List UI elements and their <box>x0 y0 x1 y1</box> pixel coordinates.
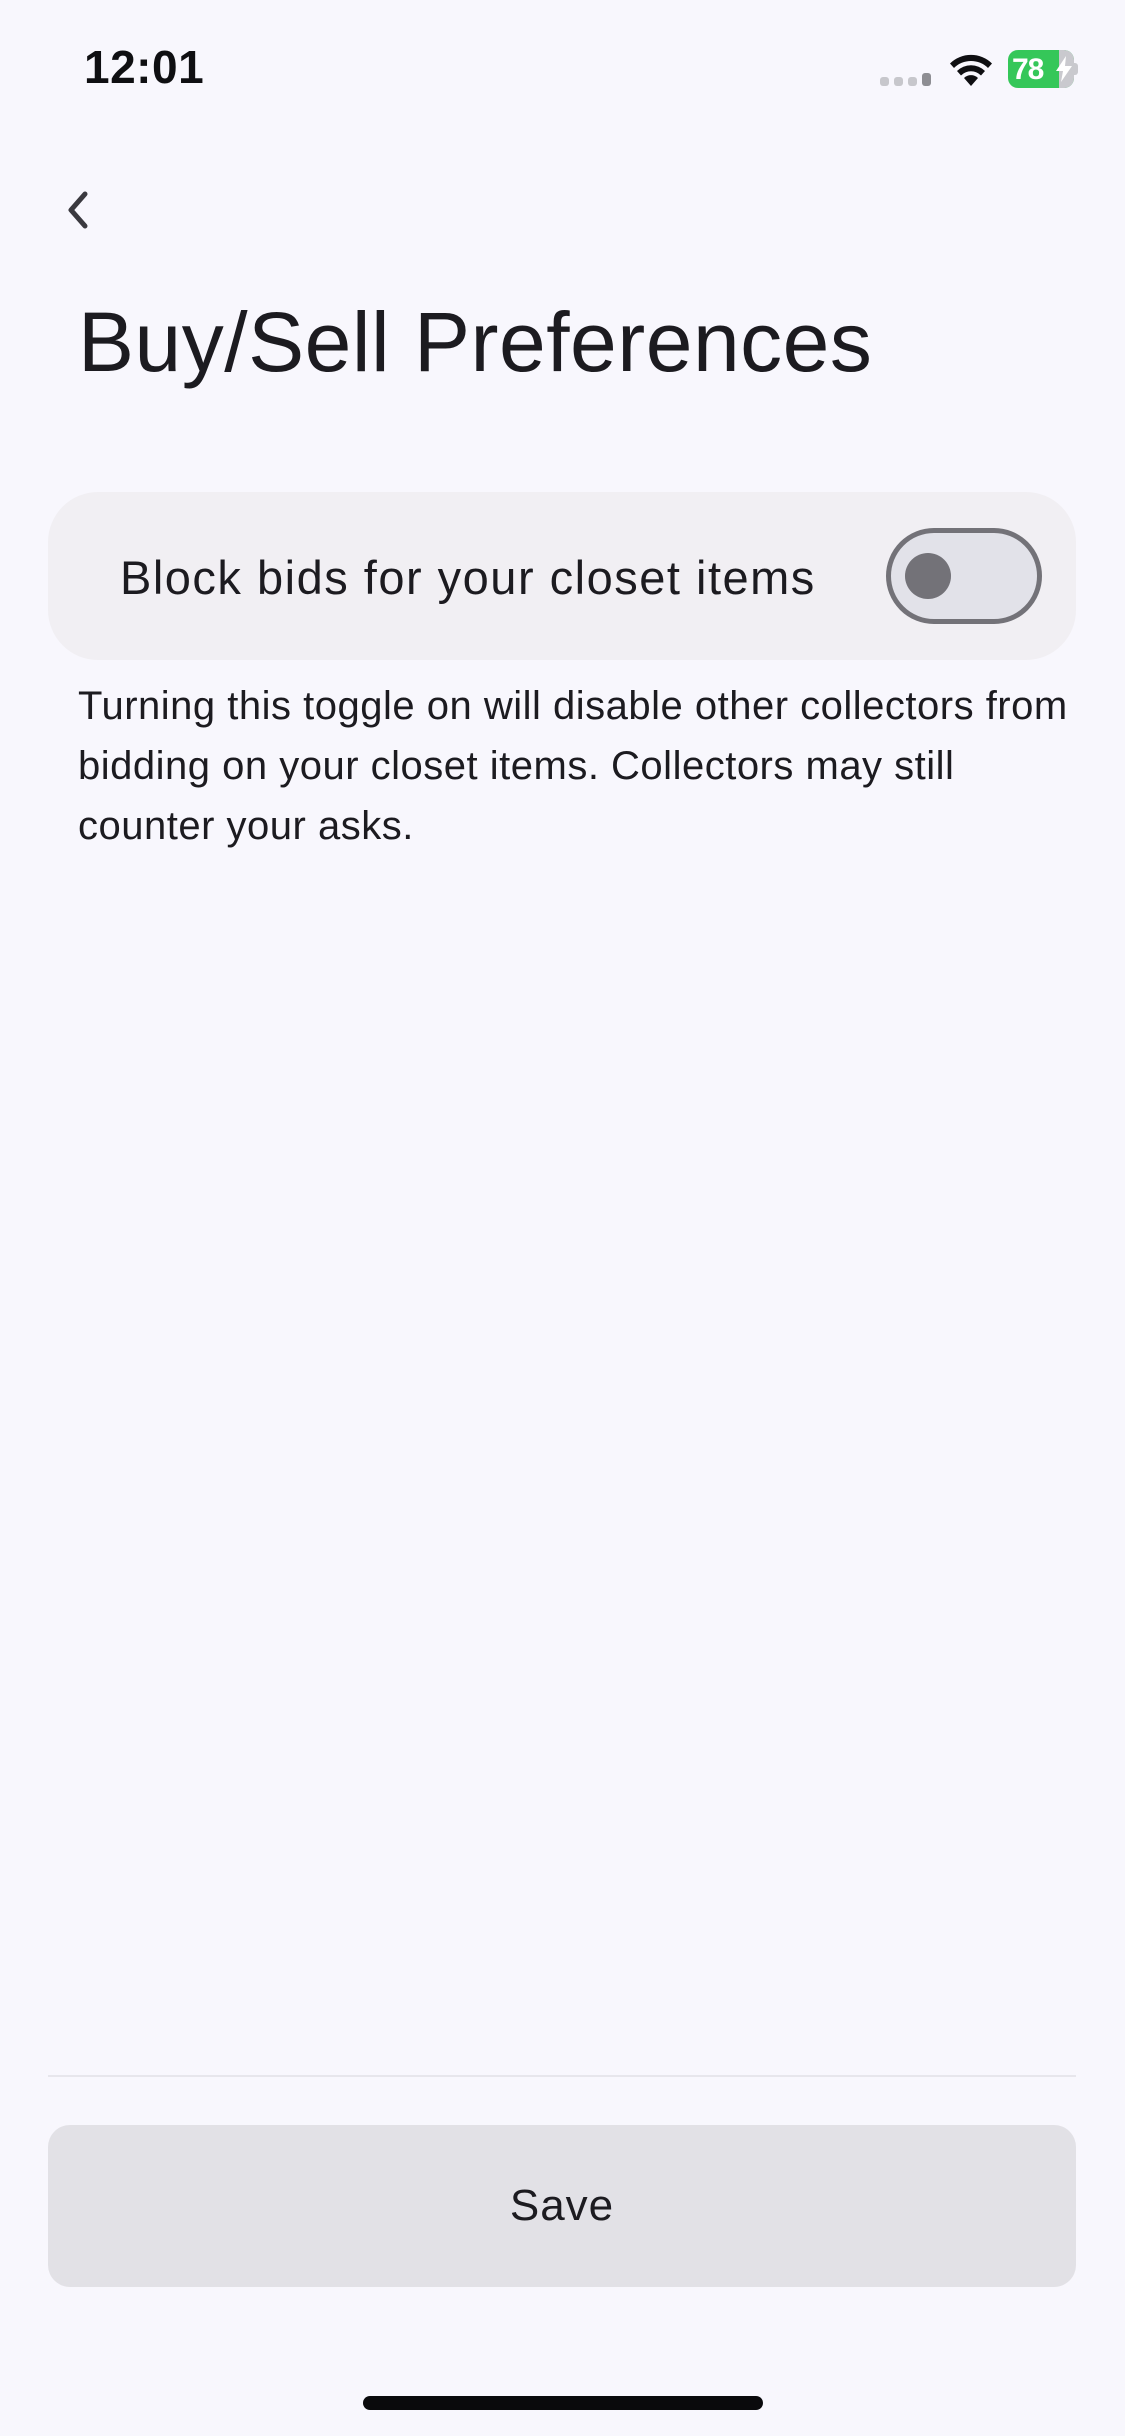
back-button[interactable] <box>50 178 106 242</box>
charging-bolt-icon <box>1056 56 1072 82</box>
page-title: Buy/Sell Preferences <box>78 295 873 389</box>
block-bids-toggle[interactable] <box>886 528 1042 624</box>
home-indicator <box>363 2396 763 2410</box>
battery-percent: 78 <box>1012 53 1044 86</box>
block-bids-setting-card: Block bids for your closet items <box>48 492 1076 660</box>
battery-icon: 78 <box>1008 50 1074 88</box>
save-button[interactable]: Save <box>48 2125 1076 2287</box>
toggle-knob <box>905 553 951 599</box>
block-bids-label: Block bids for your closet items <box>120 551 816 604</box>
battery-indicator: 78 <box>1008 50 1078 88</box>
status-bar: 12:01 78 <box>0 0 1125 140</box>
block-bids-description: Turning this toggle on will disable othe… <box>78 684 1068 848</box>
cellular-signal-icon <box>880 73 931 86</box>
battery-cap <box>1074 63 1078 75</box>
footer-divider <box>48 2075 1076 2077</box>
chevron-left-icon <box>68 191 88 229</box>
wifi-icon <box>950 54 992 86</box>
status-time: 12:01 <box>84 41 205 93</box>
